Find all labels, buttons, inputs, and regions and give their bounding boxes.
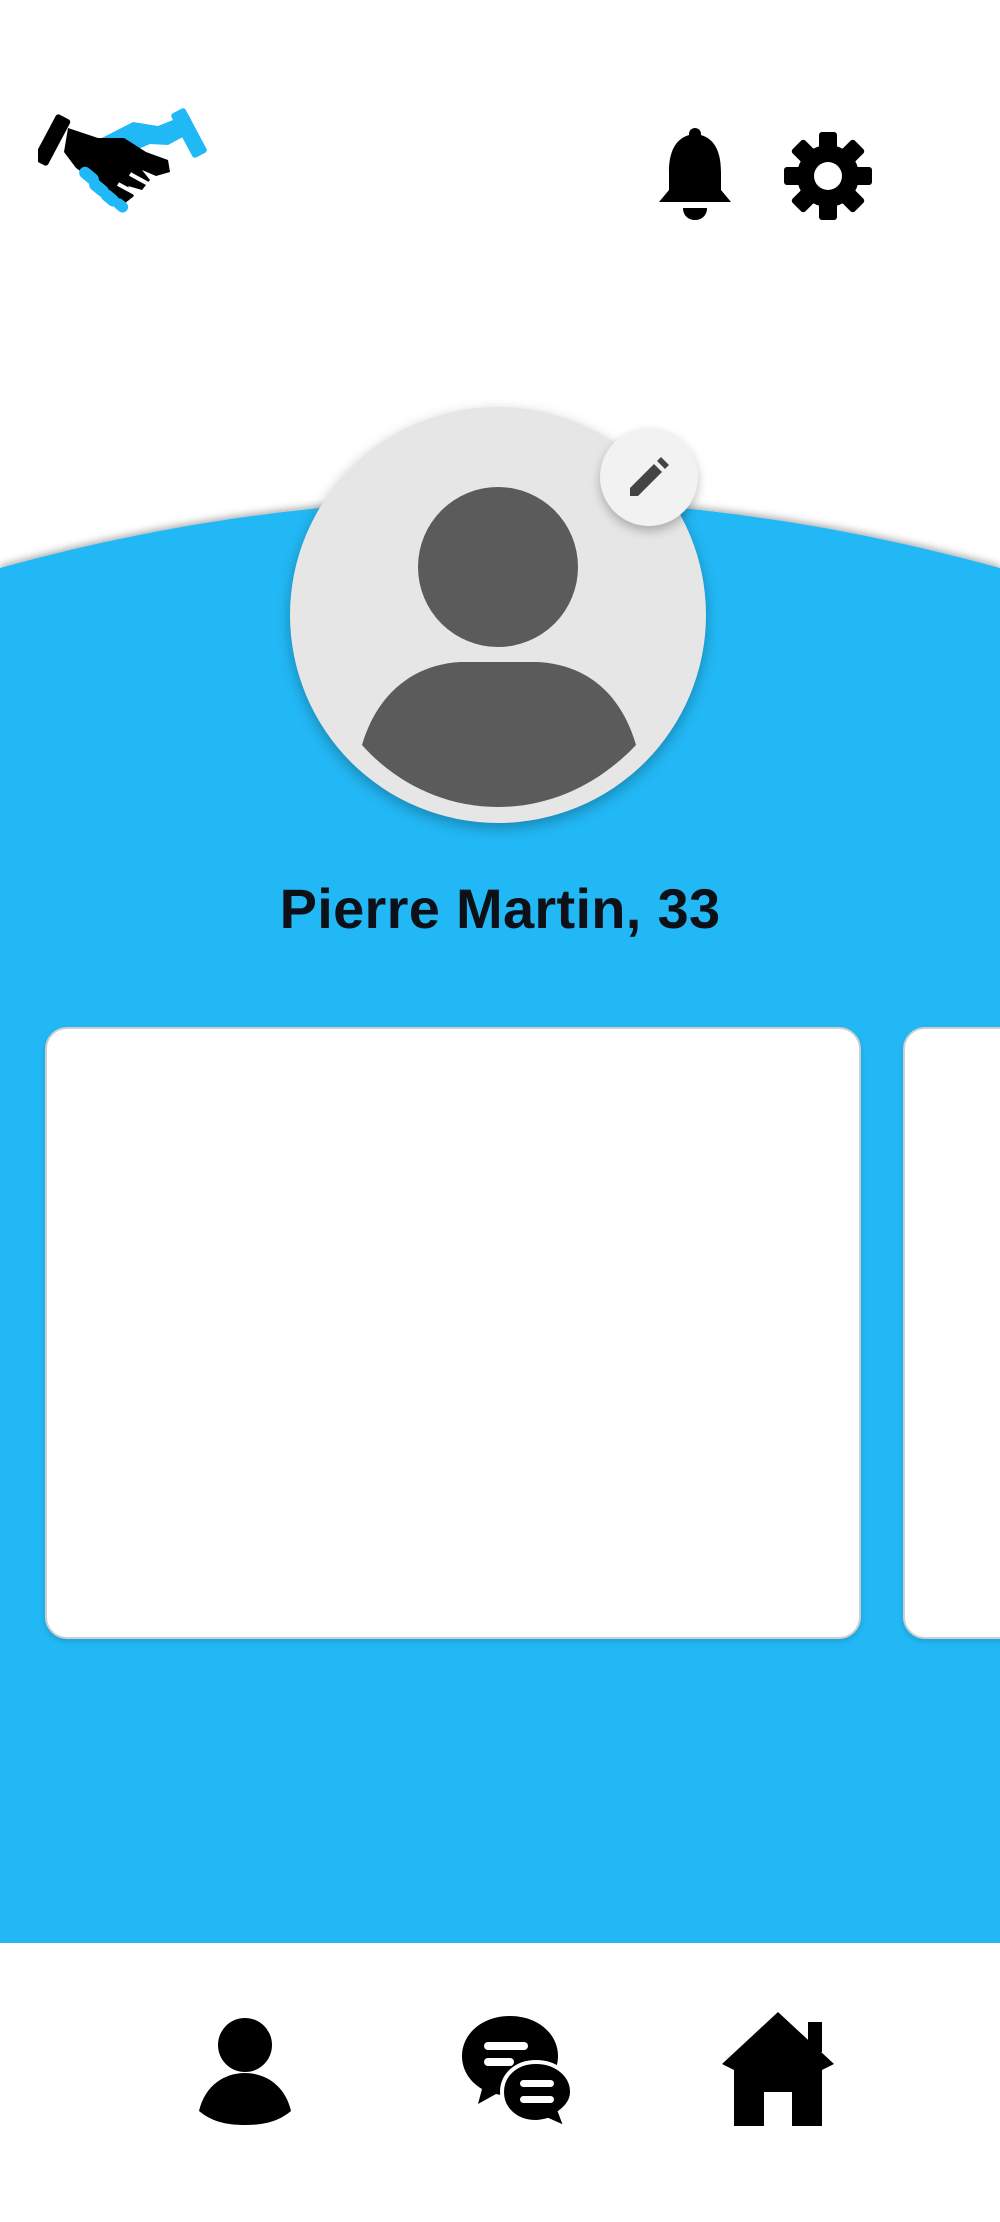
profile-name: Pierre Martin, 33 <box>279 877 721 940</box>
home-icon <box>721 2011 834 2126</box>
handshake-logo-icon <box>33 100 208 220</box>
nav-chat-button[interactable] <box>455 2010 580 2130</box>
nav-profile-button[interactable] <box>190 2010 300 2130</box>
pencil-icon <box>622 448 676 507</box>
profile-screen: Pierre Martin, 33 <box>0 0 1000 2222</box>
profile-card-next[interactable] <box>903 1027 1000 1639</box>
top-bar <box>0 0 1000 260</box>
bell-icon[interactable] <box>655 128 735 222</box>
edit-avatar-button[interactable] <box>600 428 698 526</box>
person-icon <box>199 2018 291 2125</box>
chat-bubbles-icon <box>461 2016 574 2128</box>
gear-icon[interactable] <box>782 130 874 222</box>
profile-card[interactable] <box>45 1027 861 1639</box>
nav-home-button[interactable] <box>715 2005 840 2130</box>
